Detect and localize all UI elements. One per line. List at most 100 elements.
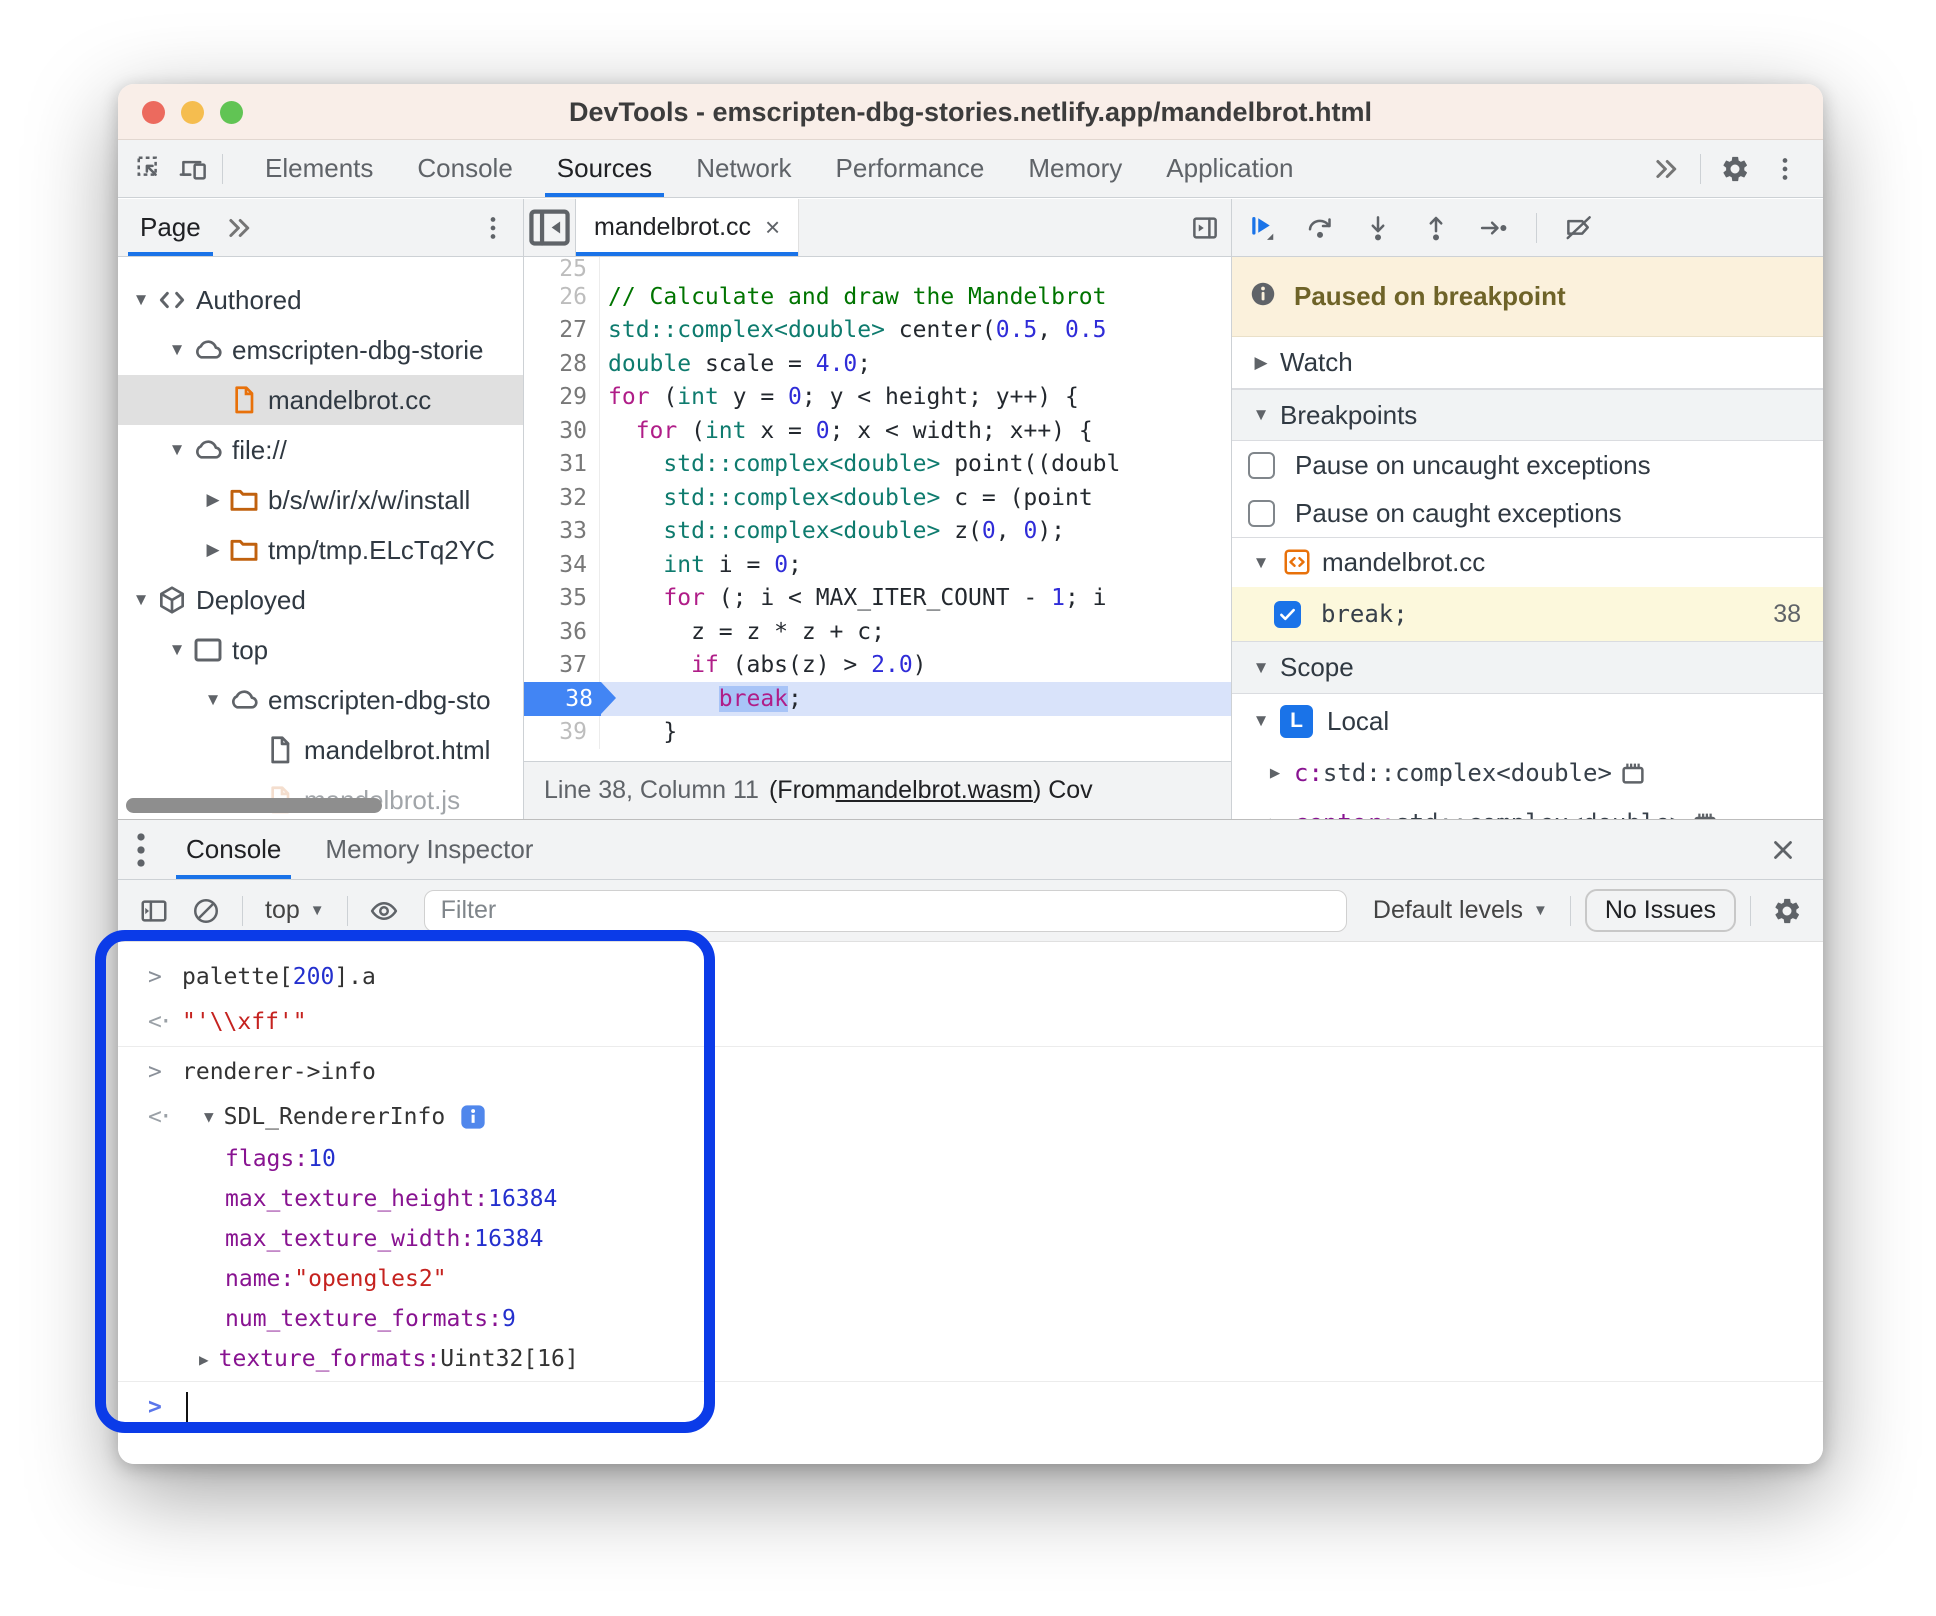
- tree-item-mandelbrot.cc[interactable]: mandelbrot.cc: [118, 375, 523, 425]
- line-number[interactable]: 30: [524, 414, 600, 448]
- line-number[interactable]: 26: [524, 280, 600, 314]
- toggle-navigator-icon[interactable]: [524, 199, 576, 256]
- kebab-menu-icon[interactable]: [1763, 147, 1807, 191]
- tree-item-emscripten-dbg-storie[interactable]: ▼ emscripten-dbg-storie: [118, 325, 523, 375]
- caret-right-icon[interactable]: ▶: [200, 490, 226, 510]
- memory-chip-icon[interactable]: [1618, 758, 1648, 788]
- editor-tab-mandelbrot[interactable]: mandelbrot.cc ×: [576, 199, 800, 256]
- device-toolbar-icon[interactable]: [172, 147, 216, 191]
- tab-memory[interactable]: Memory: [1006, 140, 1144, 197]
- tree-item-file-[interactable]: ▼ file://: [118, 425, 523, 475]
- tree-item-mandelbrot.html[interactable]: mandelbrot.html: [118, 725, 523, 775]
- scope-var-center[interactable]: ▶center: std::complex<double>: [1232, 798, 1823, 819]
- breakpoints-section[interactable]: ▼ Breakpoints: [1232, 389, 1823, 441]
- settings-gear-icon[interactable]: [1713, 147, 1757, 191]
- pause-uncaught-checkbox[interactable]: [1248, 451, 1275, 479]
- line-number[interactable]: 35: [524, 581, 600, 615]
- code-line-32[interactable]: 32 std::complex<double> c = (point: [524, 481, 1231, 515]
- context-selector[interactable]: top ▼: [257, 896, 333, 925]
- tab-sources[interactable]: Sources: [535, 140, 674, 197]
- step-out-icon[interactable]: [1414, 206, 1458, 250]
- close-tab-icon[interactable]: ×: [765, 212, 780, 243]
- drawer-tab-console[interactable]: Console: [164, 820, 303, 879]
- tab-network[interactable]: Network: [674, 140, 813, 197]
- line-number[interactable]: 32: [524, 481, 600, 515]
- more-tabs-icon[interactable]: [1644, 147, 1688, 191]
- deactivate-breakpoints-icon[interactable]: [1557, 206, 1601, 250]
- object-property-texture_formats[interactable]: ▶ texture_formats: Uint32[16]: [118, 1339, 1823, 1379]
- line-number[interactable]: 37: [524, 648, 600, 682]
- step-over-icon[interactable]: [1298, 206, 1342, 250]
- code-line-38[interactable]: 3838 break;: [524, 682, 1231, 716]
- inspect-icon[interactable]: [128, 147, 172, 191]
- horizontal-scrollbar[interactable]: [126, 798, 382, 813]
- tab-console[interactable]: Console: [395, 140, 534, 197]
- memory-chip-icon[interactable]: [1690, 808, 1720, 819]
- tree-item-tmp-tmp.elctq2yc[interactable]: ▶ tmp/tmp.ELcTq2YC: [118, 525, 523, 575]
- code-line-25[interactable]: 25: [524, 257, 1231, 280]
- zoom-window-button[interactable]: [220, 101, 243, 124]
- breakpoint-entry-row[interactable]: break; 38: [1232, 587, 1823, 641]
- caret-down-icon[interactable]: ▼: [128, 290, 154, 310]
- kebab-menu-icon[interactable]: [118, 820, 164, 879]
- resume-icon[interactable]: [1240, 206, 1284, 250]
- clear-console-icon[interactable]: [184, 889, 228, 933]
- line-number[interactable]: 39: [524, 715, 600, 749]
- tree-item-emscripten-dbg-sto[interactable]: ▼ emscripten-dbg-sto: [118, 675, 523, 725]
- code-line-39[interactable]: 39 }: [524, 715, 1231, 749]
- kebab-menu-icon[interactable]: [471, 206, 515, 250]
- tree-item-deployed[interactable]: ▼ Deployed: [118, 575, 523, 625]
- tree-item-b-s-w-ir-x-w-install[interactable]: ▶ b/s/w/ir/x/w/install: [118, 475, 523, 525]
- scope-var-c[interactable]: ▶ c: std::complex<double>: [1232, 748, 1823, 798]
- code-line-27[interactable]: 27 std::complex<double> center(0.5, 0.5: [524, 313, 1231, 347]
- code-line-33[interactable]: 33 std::complex<double> z(0, 0);: [524, 514, 1231, 548]
- code-line-37[interactable]: 37 if (abs(z) > 2.0): [524, 648, 1231, 682]
- caret-right-icon[interactable]: ▶: [199, 1350, 209, 1369]
- issues-button[interactable]: No Issues: [1584, 889, 1736, 932]
- close-drawer-icon[interactable]: [1761, 828, 1805, 872]
- code-line-30[interactable]: 30 for (int x = 0; x < width; x++) {: [524, 414, 1231, 448]
- tab-page[interactable]: Page: [124, 199, 217, 256]
- tab-application[interactable]: Application: [1144, 140, 1315, 197]
- more-tabs-icon[interactable]: [217, 206, 261, 250]
- breakpoint-checkbox[interactable]: [1274, 600, 1301, 628]
- minimize-window-button[interactable]: [181, 101, 204, 124]
- watch-section[interactable]: ▶ Watch: [1232, 337, 1823, 389]
- line-number[interactable]: 34: [524, 548, 600, 582]
- console-settings-gear-icon[interactable]: [1765, 889, 1809, 933]
- caret-down-icon[interactable]: ▼: [128, 590, 154, 610]
- toggle-debugger-icon[interactable]: [1183, 206, 1227, 250]
- caret-right-icon[interactable]: ▶: [200, 540, 226, 560]
- line-number[interactable]: 31: [524, 447, 600, 481]
- tab-performance[interactable]: Performance: [814, 140, 1007, 197]
- scope-section[interactable]: ▼ Scope: [1232, 641, 1823, 694]
- code-line-31[interactable]: 31 std::complex<double> point((doubl: [524, 447, 1231, 481]
- drawer-tab-memory-inspector[interactable]: Memory Inspector: [303, 820, 555, 879]
- wasm-source-link[interactable]: mandelbrot.wasm: [836, 776, 1033, 805]
- log-levels-selector[interactable]: Default levels ▼: [1365, 896, 1556, 925]
- console-prompt[interactable]: >: [118, 1384, 1823, 1429]
- tab-elements[interactable]: Elements: [243, 140, 395, 197]
- close-window-button[interactable]: [142, 101, 165, 124]
- breakpoint-file-row[interactable]: ▼ mandelbrot.cc: [1232, 537, 1823, 587]
- code-line-28[interactable]: 28 double scale = 4.0;: [524, 347, 1231, 381]
- caret-down-icon[interactable]: ▼: [164, 440, 190, 460]
- line-number[interactable]: 33: [524, 514, 600, 548]
- step-icon[interactable]: [1472, 206, 1516, 250]
- live-expression-eye-icon[interactable]: [362, 889, 406, 933]
- caret-down-icon[interactable]: ▼: [164, 340, 190, 360]
- scope-local-row[interactable]: ▼ L Local: [1232, 694, 1823, 748]
- code-line-35[interactable]: 35 for (; i < MAX_ITER_COUNT - 1; i: [524, 581, 1231, 615]
- code-line-36[interactable]: 36 z = z * z + c;: [524, 615, 1231, 649]
- line-number[interactable]: 28: [524, 347, 600, 381]
- caret-down-icon[interactable]: ▼: [164, 640, 190, 660]
- code-line-34[interactable]: 34 int i = 0;: [524, 548, 1231, 582]
- caret-down-icon[interactable]: ▼: [200, 690, 226, 710]
- tree-item-top[interactable]: ▼ top: [118, 625, 523, 675]
- step-into-icon[interactable]: [1356, 206, 1400, 250]
- line-number[interactable]: 25: [524, 257, 600, 280]
- line-number[interactable]: 27: [524, 313, 600, 347]
- line-number[interactable]: 29: [524, 380, 600, 414]
- tree-item-authored[interactable]: ▼ Authored: [118, 275, 523, 325]
- code-line-26[interactable]: 26 // Calculate and draw the Mandelbrot: [524, 280, 1231, 314]
